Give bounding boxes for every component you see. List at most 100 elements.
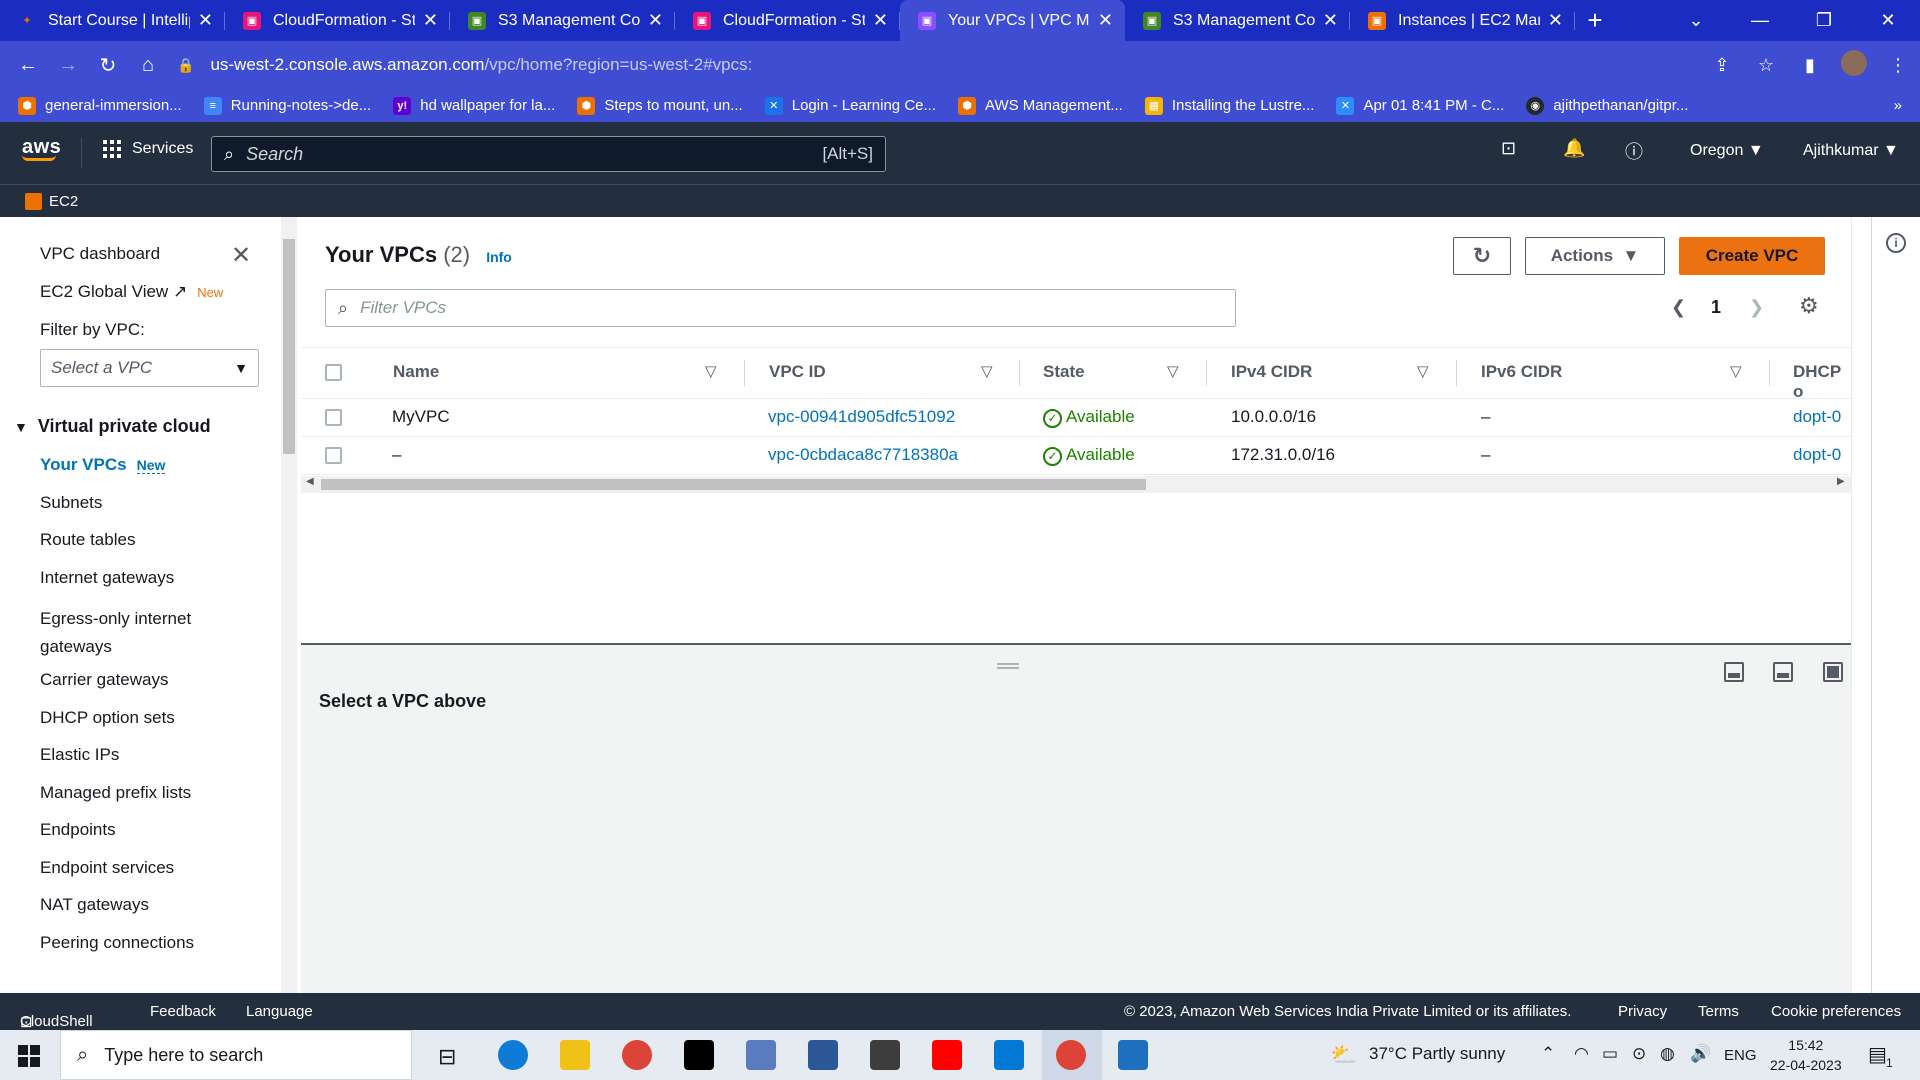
column-divider[interactable] — [1769, 360, 1770, 386]
ec2-shortcut[interactable]: EC2 — [49, 193, 78, 210]
cloudshell-icon[interactable]: ⊡ — [1501, 138, 1516, 159]
terms-link[interactable]: Terms — [1698, 1003, 1739, 1020]
taskbar-search-input[interactable]: ⌕ Type here to search — [60, 1030, 412, 1080]
region-selector[interactable]: Oregon ▼ — [1690, 142, 1764, 160]
column-header-name[interactable]: Name — [393, 362, 439, 382]
sidebar-item-peering-connections[interactable]: Peering connections — [40, 933, 194, 953]
browser-tab[interactable]: ✦ Start Course | Intellipa ✕ — [0, 0, 225, 41]
table-row[interactable]: MyVPC vpc-00941d905dfc51092 ✓ Available 1… — [301, 399, 1851, 437]
bookmark-item[interactable]: ✕ Login - Learning Ce... — [764, 96, 936, 115]
close-icon[interactable]: ✕ — [873, 10, 888, 31]
system-clock[interactable]: 15:42 22-04-2023 — [1770, 1035, 1842, 1075]
scroll-left-icon[interactable]: ◀ — [306, 476, 314, 487]
sidebar-item-elastic-ips[interactable]: Elastic IPs — [40, 745, 119, 765]
share-icon[interactable]: ⇪ — [1700, 55, 1744, 76]
dhcp-link[interactable]: dopt-0 — [1793, 445, 1841, 465]
chevron-up-icon[interactable]: ⌃ — [1541, 1044, 1555, 1064]
actions-button[interactable]: Actions ▼ — [1525, 237, 1665, 275]
sidebar-item-internet-gateways[interactable]: Internet gateways — [40, 568, 174, 588]
sidebar-item-endpoints[interactable]: Endpoints — [40, 820, 116, 840]
sidebar-item-nat-gateways[interactable]: NAT gateways — [40, 895, 149, 915]
info-icon[interactable]: i — [1886, 233, 1906, 253]
vpc-id-link[interactable]: vpc-00941d905dfc51092 — [768, 407, 955, 427]
restore-icon[interactable]: ❐ — [1792, 0, 1856, 41]
wifi-icon[interactable]: ◠ — [1574, 1044, 1589, 1064]
panel-full-icon[interactable] — [1823, 662, 1843, 682]
sidebar-item-your-vpcs[interactable]: Your VPCs New — [40, 455, 166, 475]
column-divider[interactable] — [1019, 360, 1020, 386]
scroll-right-icon[interactable]: ▶ — [1837, 476, 1845, 487]
profile-avatar[interactable] — [1832, 49, 1876, 81]
filter-vpcs-input[interactable]: ⌕ Filter VPCs — [325, 289, 1236, 327]
bookmark-item[interactable]: ≡ Running-notes->de... — [203, 96, 371, 115]
row-checkbox[interactable] — [325, 409, 342, 426]
bookmark-item[interactable]: ◉ ajithpethanan/gitpr... — [1526, 96, 1688, 115]
row-checkbox[interactable] — [325, 447, 342, 464]
lock-icon[interactable]: 🔒 — [177, 57, 194, 74]
vpc-filter-select[interactable]: Select a VPC ▼ — [40, 349, 259, 387]
camera-icon[interactable]: ⊙ — [1632, 1044, 1646, 1064]
help-icon[interactable]: ⓘ — [1625, 138, 1643, 164]
next-page-icon[interactable]: ❯ — [1749, 297, 1764, 318]
page-number[interactable]: 1 — [1711, 297, 1721, 318]
browser-tab[interactable]: ▣ S3 Management Cons ✕ — [450, 0, 675, 41]
bookmark-item[interactable]: ⬢ AWS Management... — [958, 96, 1123, 115]
column-header-ipv4-cidr[interactable]: IPv4 CIDR — [1231, 362, 1312, 382]
browser-tab[interactable]: ▣ Instances | EC2 Manag ✕ — [1350, 0, 1575, 41]
sidebar-scrollbar[interactable] — [281, 217, 297, 993]
select-all-checkbox[interactable] — [325, 364, 342, 381]
browser-tab[interactable]: ▣ S3 Management Cons ✕ — [1125, 0, 1350, 41]
notification-icon[interactable]: ▤ — [1868, 1042, 1887, 1067]
column-divider[interactable] — [1206, 360, 1207, 386]
close-icon[interactable]: ✕ — [423, 10, 438, 31]
feedback-link[interactable]: Feedback — [150, 1003, 216, 1020]
bell-icon[interactable]: 🔔 — [1563, 138, 1585, 159]
sidebar-item-endpoint-services[interactable]: Endpoint services — [40, 858, 174, 878]
windows-start-icon[interactable] — [18, 1045, 40, 1067]
bookmark-item[interactable]: ▦ Installing the Lustre... — [1144, 96, 1314, 115]
column-divider[interactable] — [1456, 360, 1457, 386]
sidebar-item-dhcp-option-sets[interactable]: DHCP option sets — [40, 708, 175, 728]
chrome-icon[interactable] — [622, 1040, 652, 1070]
weather-text[interactable]: 37°C Partly sunny — [1369, 1044, 1505, 1064]
side-panel-icon[interactable]: ▮ — [1788, 55, 1832, 76]
main-vertical-scrollbar[interactable] — [1851, 217, 1871, 993]
browser-tab[interactable]: ▣ CloudFormation - Sta ✕ — [225, 0, 450, 41]
bookmark-item[interactable]: ✕ Apr 01 8:41 PM - C... — [1336, 96, 1504, 115]
back-arrow-icon[interactable]: ← — [8, 54, 48, 77]
sort-icon[interactable]: ▽ — [1167, 362, 1179, 380]
gear-icon[interactable]: ⚙ — [1799, 293, 1819, 319]
store-icon[interactable] — [994, 1040, 1024, 1070]
create-vpc-button[interactable]: Create VPC — [1679, 237, 1825, 275]
sidebar-item-managed-prefix-lists[interactable]: Managed prefix lists — [40, 783, 191, 803]
bookmarks-overflow-icon[interactable]: » — [1894, 97, 1902, 114]
sort-icon[interactable]: ▽ — [981, 362, 993, 380]
info-link[interactable]: Info — [486, 249, 512, 265]
close-icon[interactable]: ✕ — [1548, 10, 1563, 31]
new-tab-button[interactable]: + — [1575, 0, 1615, 41]
bookmark-item[interactable]: ⬢ Steps to mount, un... — [577, 96, 743, 115]
minimize-icon[interactable]: — — [1728, 0, 1792, 41]
column-header-state[interactable]: State — [1043, 362, 1085, 382]
printer-app-icon[interactable] — [870, 1040, 900, 1070]
scrollbar-thumb[interactable] — [321, 479, 1146, 490]
close-icon[interactable]: ✕ — [648, 10, 663, 31]
sidebar-item-vpc-dashboard[interactable]: VPC dashboard — [40, 244, 160, 264]
scrollbar-thumb[interactable] — [283, 239, 295, 454]
close-icon[interactable]: ✕ — [1098, 10, 1113, 31]
sidebar-item-route-tables[interactable]: Route tables — [40, 530, 135, 550]
edge-icon[interactable] — [498, 1040, 528, 1070]
browser-tab[interactable]: ▣ CloudFormation - Sta ✕ — [675, 0, 900, 41]
table-horizontal-scrollbar[interactable]: ◀ ▶ — [301, 476, 1851, 493]
close-icon[interactable]: ✕ — [1323, 10, 1338, 31]
bookmark-item[interactable]: ⬢ general-immersion... — [18, 96, 182, 115]
panel-bottom-icon[interactable] — [1724, 662, 1744, 682]
sidebar-item-egress-only-internet-gateways[interactable]: Egress-only internet gateways — [40, 605, 240, 661]
kebab-menu-icon[interactable]: ⋮ — [1876, 55, 1920, 76]
chevron-down-icon[interactable]: ⌄ — [1664, 0, 1728, 41]
network-app-icon[interactable] — [746, 1040, 776, 1070]
cookie-preferences-link[interactable]: Cookie preferences — [1771, 1003, 1901, 1020]
photos-icon[interactable] — [1118, 1040, 1148, 1070]
sidebar-item-subnets[interactable]: Subnets — [40, 493, 102, 513]
prev-page-icon[interactable]: ❮ — [1671, 297, 1686, 318]
